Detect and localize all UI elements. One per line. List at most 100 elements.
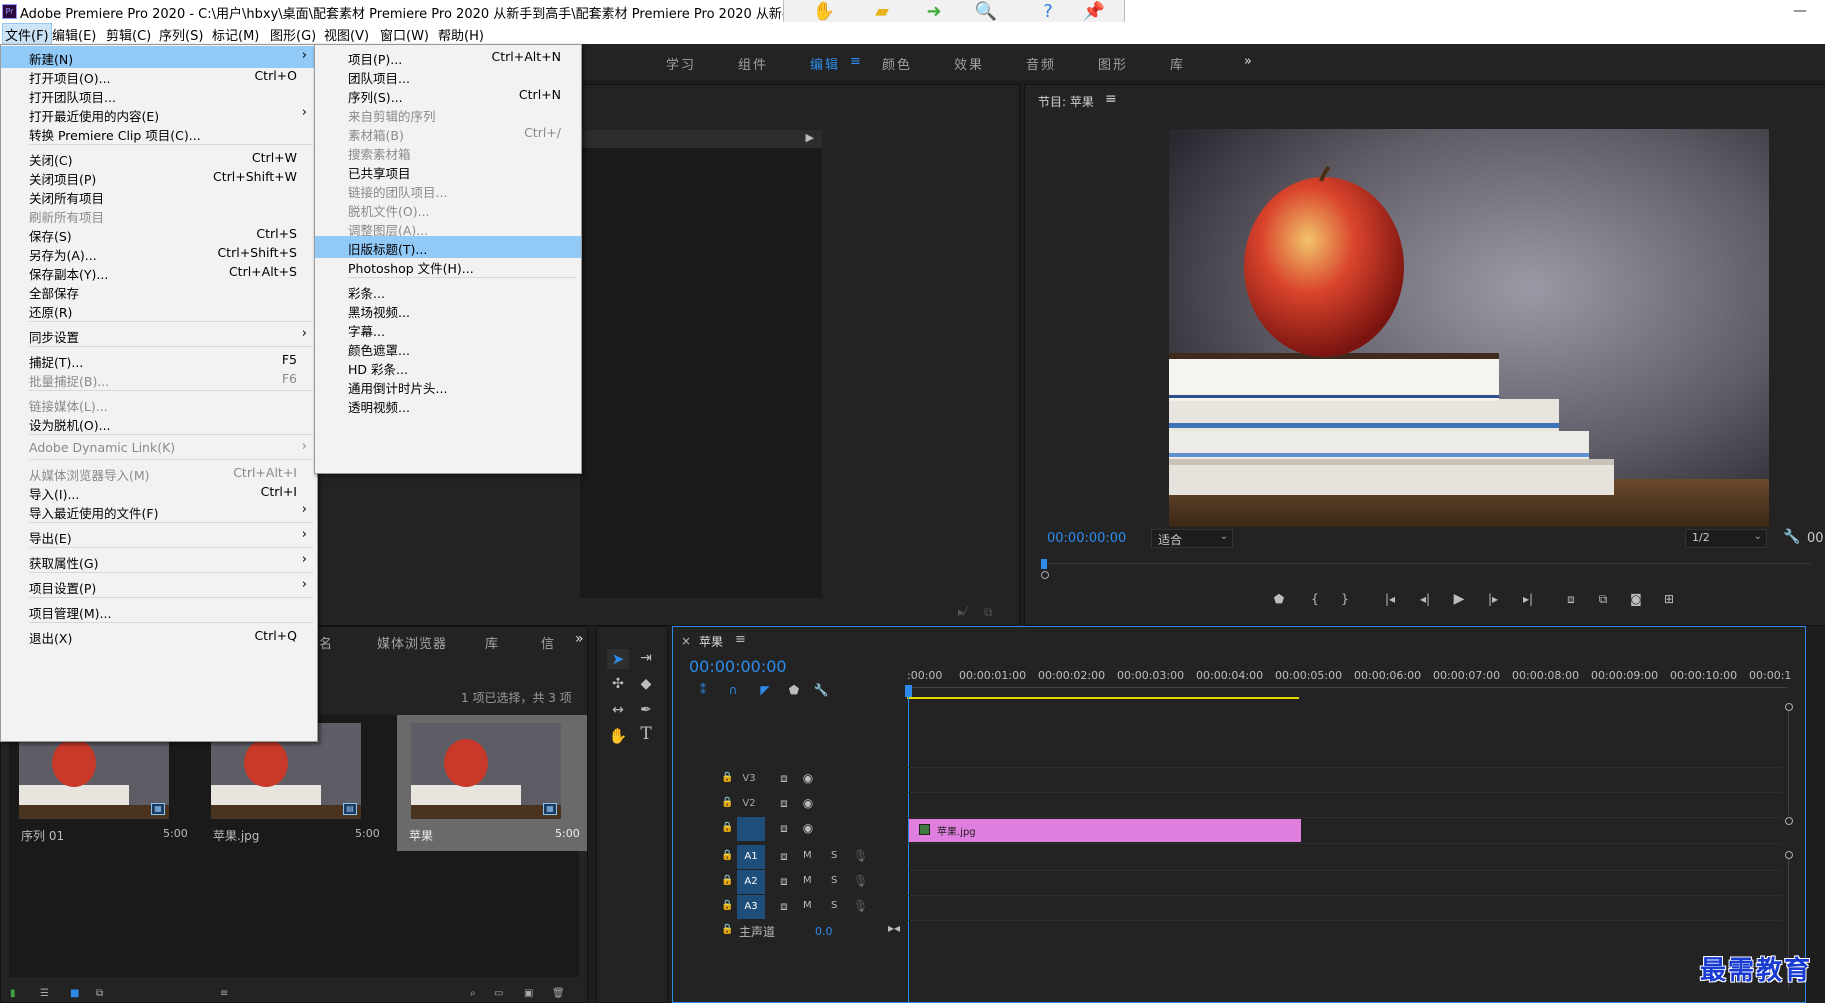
- trash-icon[interactable]: 🗑: [552, 988, 565, 999]
- tab-libraries[interactable]: 库: [485, 633, 498, 652]
- vertical-scrollbar[interactable]: [1788, 711, 1789, 815]
- pen-icon[interactable]: ✒: [635, 703, 657, 717]
- lock-icon[interactable]: 🔒: [721, 874, 733, 888]
- track-label-a1[interactable]: A1: [737, 845, 765, 869]
- menu-item[interactable]: 项目管理(M)...: [1, 600, 317, 622]
- solo-button[interactable]: S: [831, 900, 837, 911]
- ripple-edit-icon[interactable]: ✣: [607, 677, 629, 691]
- mute-button[interactable]: M: [803, 900, 812, 911]
- pin-icon[interactable]: 📌: [1074, 0, 1114, 24]
- panel-more-icon[interactable]: »: [575, 631, 584, 647]
- master-end-icon[interactable]: ▸◂: [887, 921, 901, 935]
- help-icon[interactable]: ?: [1028, 0, 1068, 24]
- go-to-out-icon[interactable]: ▸|: [1519, 592, 1537, 606]
- master-volume-value[interactable]: 0.0: [815, 925, 833, 938]
- menu-graphics[interactable]: 图形(G): [270, 25, 316, 44]
- find-icon[interactable]: ⌕: [470, 988, 476, 999]
- workspace-libraries[interactable]: 库: [1170, 54, 1185, 73]
- snap-icon[interactable]: ⁑: [695, 683, 711, 697]
- workspace-graphics[interactable]: 图形: [1098, 54, 1128, 73]
- zoom-icon[interactable]: 🔍: [966, 0, 1006, 24]
- timeline-sequence-name[interactable]: 苹果: [699, 633, 723, 650]
- tab-project-name[interactable]: 名: [319, 633, 332, 652]
- lock-icon[interactable]: 🔒: [721, 796, 733, 810]
- vertical-scroll-handle[interactable]: [1785, 703, 1793, 711]
- menu-item[interactable]: 退出(X) Ctrl+Q: [1, 625, 317, 647]
- program-monitor-menu-icon[interactable]: ≡: [1105, 91, 1117, 107]
- arrow-right-icon[interactable]: ➜: [914, 0, 954, 24]
- linked-selection-icon[interactable]: ∩: [725, 683, 741, 697]
- menu-item[interactable]: 还原(R): [1, 299, 317, 321]
- lock-icon[interactable]: 🔒: [721, 821, 733, 835]
- time-ruler[interactable]: :00:00 00:00:01:00 00:00:02:00 00:00:03:…: [907, 667, 1805, 691]
- sync-lock-icon[interactable]: ⧈: [777, 849, 791, 863]
- microphone-icon[interactable]: 🎙: [853, 874, 868, 888]
- wrench-icon[interactable]: 🔧: [813, 683, 829, 697]
- sync-lock-icon[interactable]: ⧈: [777, 899, 791, 913]
- menu-item[interactable]: 同步设置 ›: [1, 324, 317, 346]
- project-item-sequence-apple[interactable]: ▦: [411, 723, 561, 819]
- workspace-assembly[interactable]: 组件: [738, 54, 768, 73]
- tab-info[interactable]: 信: [541, 633, 554, 652]
- menu-item[interactable]: 设为脱机(O)...: [1, 412, 317, 434]
- fit-dropdown[interactable]: 适合 ⌄: [1151, 529, 1233, 548]
- source-insert-icon[interactable]: ▸⁄: [958, 605, 966, 619]
- program-scrub-bar[interactable]: [1041, 559, 1811, 579]
- resolution-dropdown[interactable]: 1/2 ⌄: [1685, 529, 1767, 548]
- extract-icon[interactable]: ⧉: [1593, 592, 1613, 606]
- track-select-icon[interactable]: ⇥: [635, 651, 657, 665]
- track-label-a3[interactable]: A3: [737, 895, 765, 919]
- menu-help[interactable]: 帮助(H): [438, 25, 484, 44]
- menu-clip[interactable]: 剪辑(C): [106, 25, 151, 44]
- eye-icon[interactable]: ◉: [801, 771, 815, 785]
- lock-icon[interactable]: 🔒: [721, 849, 733, 863]
- workspace-color[interactable]: 颜色: [882, 54, 912, 73]
- sync-lock-icon[interactable]: ⧈: [777, 874, 791, 888]
- vertical-scroll-handle[interactable]: [1785, 817, 1793, 825]
- workspace-effects[interactable]: 效果: [954, 54, 984, 73]
- workspace-editing[interactable]: 编辑: [810, 54, 840, 73]
- vertical-scroll-handle[interactable]: [1785, 851, 1793, 859]
- menu-item[interactable]: 项目设置(P) ›: [1, 575, 317, 597]
- button-editor-icon[interactable]: ⊞: [1659, 592, 1679, 606]
- timeline-close-icon[interactable]: ×: [681, 634, 691, 648]
- microphone-icon[interactable]: 🎙: [853, 899, 868, 913]
- camera-icon[interactable]: ◙: [1627, 592, 1645, 606]
- mute-button[interactable]: M: [803, 875, 812, 886]
- workspace-more[interactable]: »: [1244, 54, 1254, 69]
- new-item-icon[interactable]: ▣: [524, 988, 533, 999]
- menu-window[interactable]: 窗口(W): [380, 25, 429, 44]
- menu-marker[interactable]: 标记(M): [212, 25, 259, 44]
- marker-icon[interactable]: ⬟: [1271, 592, 1287, 606]
- mark-out-icon[interactable]: }: [1337, 592, 1353, 606]
- menu-item[interactable]: 导入最近使用的文件(F) ›: [1, 500, 317, 522]
- sync-lock-icon[interactable]: ⧈: [777, 771, 791, 785]
- slip-icon[interactable]: ↔: [607, 703, 629, 717]
- hand-cursor-icon[interactable]: ✋: [804, 0, 844, 24]
- timeline-clip[interactable]: 苹果.jpg: [909, 819, 1301, 842]
- add-marker-icon[interactable]: ◤: [757, 683, 773, 697]
- menu-item[interactable]: 获取属性(G) ›: [1, 550, 317, 572]
- lock-icon[interactable]: 🔒: [721, 923, 733, 937]
- marker-icon[interactable]: ⬟: [787, 683, 801, 697]
- eye-icon[interactable]: ◉: [801, 821, 815, 835]
- work-area-bar[interactable]: [907, 697, 1299, 699]
- solo-button[interactable]: S: [831, 875, 837, 886]
- menu-item[interactable]: 透明视频...: [315, 394, 581, 416]
- lock-icon[interactable]: 🔒: [721, 771, 733, 785]
- solo-button[interactable]: S: [831, 850, 837, 861]
- sync-lock-icon[interactable]: ⧈: [777, 796, 791, 810]
- type-icon[interactable]: T: [635, 726, 657, 743]
- microphone-icon[interactable]: 🎙: [853, 849, 868, 863]
- workspace-learn[interactable]: 学习: [666, 54, 696, 73]
- hand-icon[interactable]: ✋: [607, 729, 629, 744]
- menu-item[interactable]: 导出(E) ›: [1, 525, 317, 547]
- workspace-menu-icon[interactable]: ≡: [850, 54, 863, 69]
- source-export-frame-icon[interactable]: ⧉: [984, 605, 993, 620]
- freeform-view-icon[interactable]: ⧉: [96, 988, 103, 999]
- timeline-menu-icon[interactable]: ≡: [735, 632, 746, 647]
- menu-view[interactable]: 视图(V): [324, 25, 369, 44]
- step-back-icon[interactable]: ◂|: [1417, 592, 1433, 606]
- timeline-timecode[interactable]: 00:00:00:00: [689, 657, 787, 676]
- menu-sequence[interactable]: 序列(S): [159, 25, 203, 44]
